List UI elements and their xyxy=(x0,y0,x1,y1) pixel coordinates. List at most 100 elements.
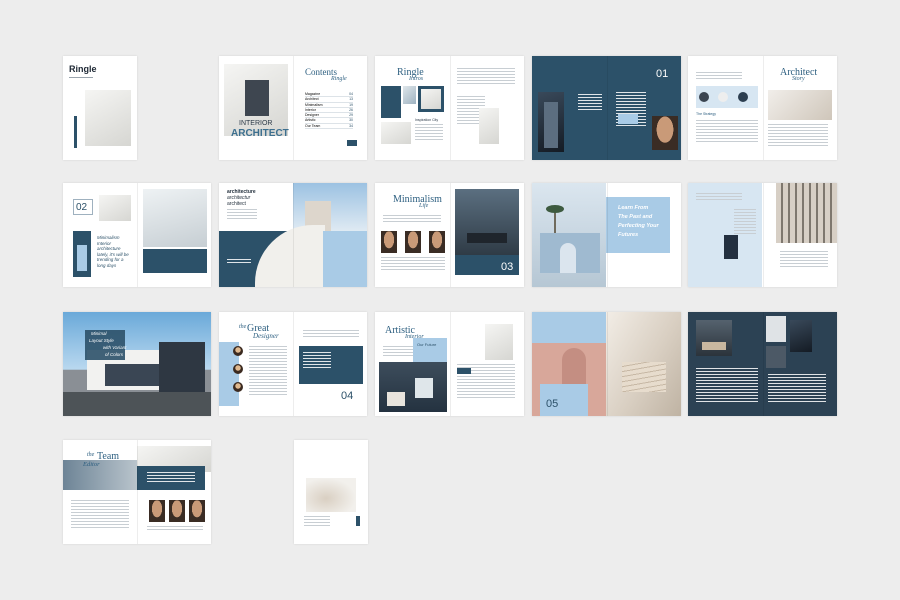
contents-item-label: Minimalism xyxy=(305,102,323,107)
designer-quote xyxy=(303,330,359,338)
cover-rule xyxy=(69,77,93,78)
team-portrait-2 xyxy=(169,500,185,522)
section-01-spread[interactable]: 01 xyxy=(532,56,681,160)
section-02-photo xyxy=(99,195,131,221)
cover-page[interactable]: Ringle xyxy=(63,56,137,160)
minimalism-portrait-1 xyxy=(381,231,397,253)
contents-item-label: Our Team xyxy=(305,123,321,128)
minimal-line3: with Variant xyxy=(103,345,127,350)
section-02-spread[interactable]: 02 Minimalism Interior architecture late… xyxy=(63,183,211,287)
designer-subtitle: Designer xyxy=(253,332,279,340)
designer-spread[interactable]: the Great Designer 04 xyxy=(219,312,367,416)
team-text-left xyxy=(71,500,129,528)
section-02-number: 02 xyxy=(76,202,88,213)
intros-spread[interactable]: Ringle Intros Inspiration City xyxy=(375,56,524,160)
designer-number: 04 xyxy=(341,390,354,402)
team-bios xyxy=(147,526,203,532)
architecture-spread[interactable]: architecture architectur architect xyxy=(219,183,367,287)
back-cover-photo xyxy=(306,478,356,512)
contents-item-page: 04 xyxy=(349,92,353,96)
contents-subtitle: Ringle xyxy=(331,76,347,82)
section-01-text-left xyxy=(578,94,602,112)
team-photo xyxy=(63,460,137,490)
contents-item-page: 30 xyxy=(349,118,353,123)
architecture-text xyxy=(227,209,257,221)
minimalism-subtitle: Life xyxy=(419,203,429,209)
story-text-left xyxy=(696,120,758,144)
contents-hero-shadow xyxy=(245,80,269,116)
contents-item-page: 29 xyxy=(349,113,353,118)
artistic-vase-photo xyxy=(485,324,513,360)
minimal-line1: Minimal xyxy=(91,331,107,336)
house-glass xyxy=(105,364,163,386)
building-spread[interactable] xyxy=(688,183,837,287)
back-cover-page[interactable] xyxy=(294,440,368,544)
intros-photo-inner xyxy=(421,89,441,109)
learn-arch xyxy=(560,243,576,273)
minimalism-bios xyxy=(381,257,445,271)
intros-block xyxy=(381,86,401,118)
minimalism-number: 03 xyxy=(501,261,514,273)
artistic-window xyxy=(415,378,433,398)
architecture-sky-block xyxy=(323,231,367,287)
contents-item-label: Designer xyxy=(305,113,320,118)
artistic-intro xyxy=(383,346,413,356)
cover-title: Ringle xyxy=(69,64,97,74)
building-text xyxy=(734,209,756,235)
learn-line4: Futures xyxy=(618,232,639,238)
section-02-quote: Minimalism Interior architecture lately,… xyxy=(97,235,129,268)
contents-item-label: Artistic xyxy=(305,118,316,123)
team-spread[interactable]: the Team Editor xyxy=(63,440,211,544)
story-text-right xyxy=(768,124,828,146)
story-subtitle: Story xyxy=(792,76,805,82)
section-01-accent xyxy=(618,114,638,124)
minimal-layout-page[interactable]: Minimal Layout Style with Variant of Col… xyxy=(63,312,211,416)
contents-item-page: 13 xyxy=(349,97,353,102)
section-01-number: 01 xyxy=(656,68,669,80)
contents-item-page: 19 xyxy=(349,102,353,107)
section-05-number: 05 xyxy=(546,398,559,410)
intros-photo-2 xyxy=(381,122,411,144)
contents-hero-line1: INTERIOR xyxy=(239,120,273,127)
dark-photo-right-1 xyxy=(766,316,786,342)
architect-story-spread[interactable]: The Strategy Architect Story xyxy=(688,56,837,160)
contents-item-label: Interior xyxy=(305,107,316,112)
contents-list: Magazine 04 Architect 13 Minimalism 19 Inte… xyxy=(305,92,353,130)
architecture-line3: architect xyxy=(227,201,246,207)
contents-spread[interactable]: INTERIOR ARCHITECT Contents Ringle Magaz… xyxy=(219,56,367,160)
team-portrait-3 xyxy=(189,500,205,522)
minimalism-title: Minimalism xyxy=(393,194,442,205)
back-cover-accent xyxy=(356,516,360,526)
dark-room-photo xyxy=(696,320,732,356)
section-05-stairs xyxy=(622,362,666,392)
architecture-caption xyxy=(227,259,251,265)
designer-panel-text xyxy=(303,352,331,368)
artistic-label: Our Future xyxy=(417,342,437,347)
designer-avatar-3 xyxy=(233,382,243,392)
dark-spread[interactable] xyxy=(688,312,837,416)
team-quote xyxy=(147,472,195,482)
section-05-arch xyxy=(562,348,586,388)
intros-subtitle: Intros xyxy=(409,76,424,82)
team-title: Team xyxy=(97,451,120,462)
section-02-bar-accent xyxy=(77,245,87,271)
intros-stairs-photo xyxy=(479,108,499,144)
designer-prefix: the xyxy=(239,324,247,330)
designer-avatar-1 xyxy=(233,346,243,356)
building-quote xyxy=(696,193,742,201)
minimalism-intro xyxy=(383,215,441,223)
story-circle-3 xyxy=(738,92,748,102)
story-label: The Strategy xyxy=(696,112,717,116)
learn-line3: Perfecting Your xyxy=(618,223,659,229)
artistic-spread[interactable]: Artistic Interior Our Future xyxy=(375,312,524,416)
minimalism-spread[interactable]: Minimalism Life 03 xyxy=(375,183,524,287)
building-lamp-photo xyxy=(724,235,738,259)
minimal-line4: of Colors xyxy=(105,352,124,357)
section-02-caption-band xyxy=(143,249,207,273)
section-05-spread[interactable]: 05 xyxy=(532,312,681,416)
section-01-door xyxy=(544,102,558,148)
contents-item-page: 26 xyxy=(349,107,353,112)
section-01-portrait xyxy=(652,116,678,150)
learn-spread[interactable]: Learn From The Past and Perfecting Your … xyxy=(532,183,681,287)
dark-photo-right-3 xyxy=(766,346,786,368)
